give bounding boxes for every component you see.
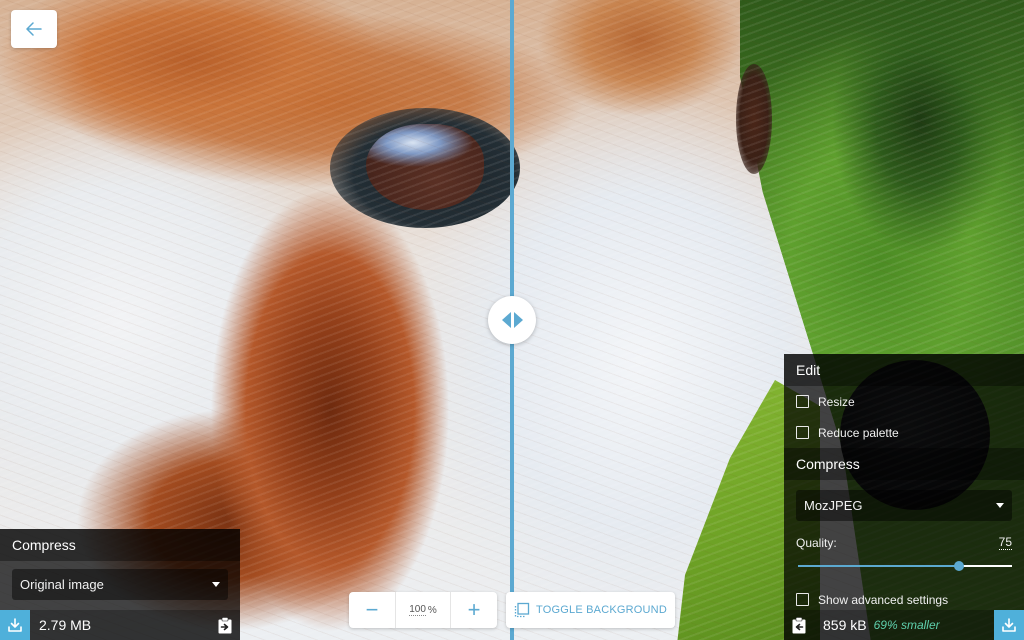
- arrow-right-icon: [513, 312, 523, 328]
- copy-settings-left-button[interactable]: [792, 616, 806, 634]
- section-title-compress: Compress: [784, 448, 1024, 480]
- slider-fill: [798, 565, 959, 567]
- copy-settings-right-button[interactable]: [218, 616, 232, 634]
- resize-label: Resize: [818, 394, 855, 409]
- resize-checkbox[interactable]: [796, 395, 809, 408]
- slider-thumb[interactable]: [953, 561, 964, 571]
- reduce-palette-option[interactable]: Reduce palette: [784, 417, 1024, 448]
- section-title-edit: Edit: [784, 354, 1024, 386]
- quality-value-input[interactable]: 75: [998, 535, 1012, 550]
- compressed-options-panel: Edit Resize Reduce palette Compress MozJ…: [784, 354, 1024, 640]
- image-far-eye: [736, 64, 772, 174]
- background-toggle-icon: [514, 602, 530, 618]
- original-options-panel: Compress Original image 2.79 MB: [0, 529, 240, 640]
- advanced-settings-checkbox[interactable]: [796, 593, 809, 606]
- section-title-compress: Compress: [0, 529, 240, 561]
- quality-slider[interactable]: [798, 560, 1012, 572]
- download-icon: [8, 618, 22, 632]
- toggle-background-button[interactable]: TOGGLE BACKGROUND: [506, 592, 675, 628]
- caret-down-icon: [212, 582, 220, 587]
- download-compressed-button[interactable]: [994, 610, 1024, 640]
- toggle-background-label: TOGGLE BACKGROUND: [536, 604, 667, 616]
- reduce-palette-label: Reduce palette: [818, 425, 899, 440]
- quality-row: Quality: 75: [784, 535, 1024, 550]
- clipboard-arrow-left-icon: [792, 616, 806, 633]
- advanced-settings-label: Show advanced settings: [818, 592, 949, 607]
- back-button[interactable]: [11, 10, 57, 48]
- reduce-palette-checkbox[interactable]: [796, 426, 809, 439]
- original-method-select[interactable]: Original image: [12, 569, 228, 600]
- image-iris: [366, 124, 484, 210]
- original-file-size: 2.79 MB: [39, 617, 92, 633]
- compare-divider-handle[interactable]: [488, 296, 536, 344]
- compression-method-select[interactable]: MozJPEG: [796, 490, 1012, 521]
- size-savings: 69% smaller: [873, 618, 940, 632]
- select-value: MozJPEG: [804, 498, 863, 513]
- zoom-in-button[interactable]: +: [451, 592, 497, 628]
- zoom-out-button[interactable]: −: [349, 592, 395, 628]
- quality-label: Quality:: [796, 536, 837, 550]
- resize-option[interactable]: Resize: [784, 386, 1024, 417]
- compressed-footer: 859 kB 69% smaller: [784, 610, 1024, 640]
- select-value: Original image: [20, 577, 104, 592]
- zoom-level-value: 100: [409, 604, 426, 616]
- download-icon: [1002, 618, 1016, 632]
- arrow-left-icon: [501, 312, 511, 328]
- caret-down-icon: [996, 503, 1004, 508]
- original-footer: 2.79 MB: [0, 610, 240, 640]
- zoom-controls: − 100 % +: [349, 592, 497, 628]
- clipboard-arrow-right-icon: [218, 616, 232, 633]
- zoom-level-unit: %: [427, 604, 437, 616]
- arrow-left-icon: [26, 22, 42, 36]
- compressed-file-size: 859 kB: [823, 617, 867, 633]
- zoom-level-input[interactable]: 100 %: [395, 592, 451, 628]
- download-original-button[interactable]: [0, 610, 30, 640]
